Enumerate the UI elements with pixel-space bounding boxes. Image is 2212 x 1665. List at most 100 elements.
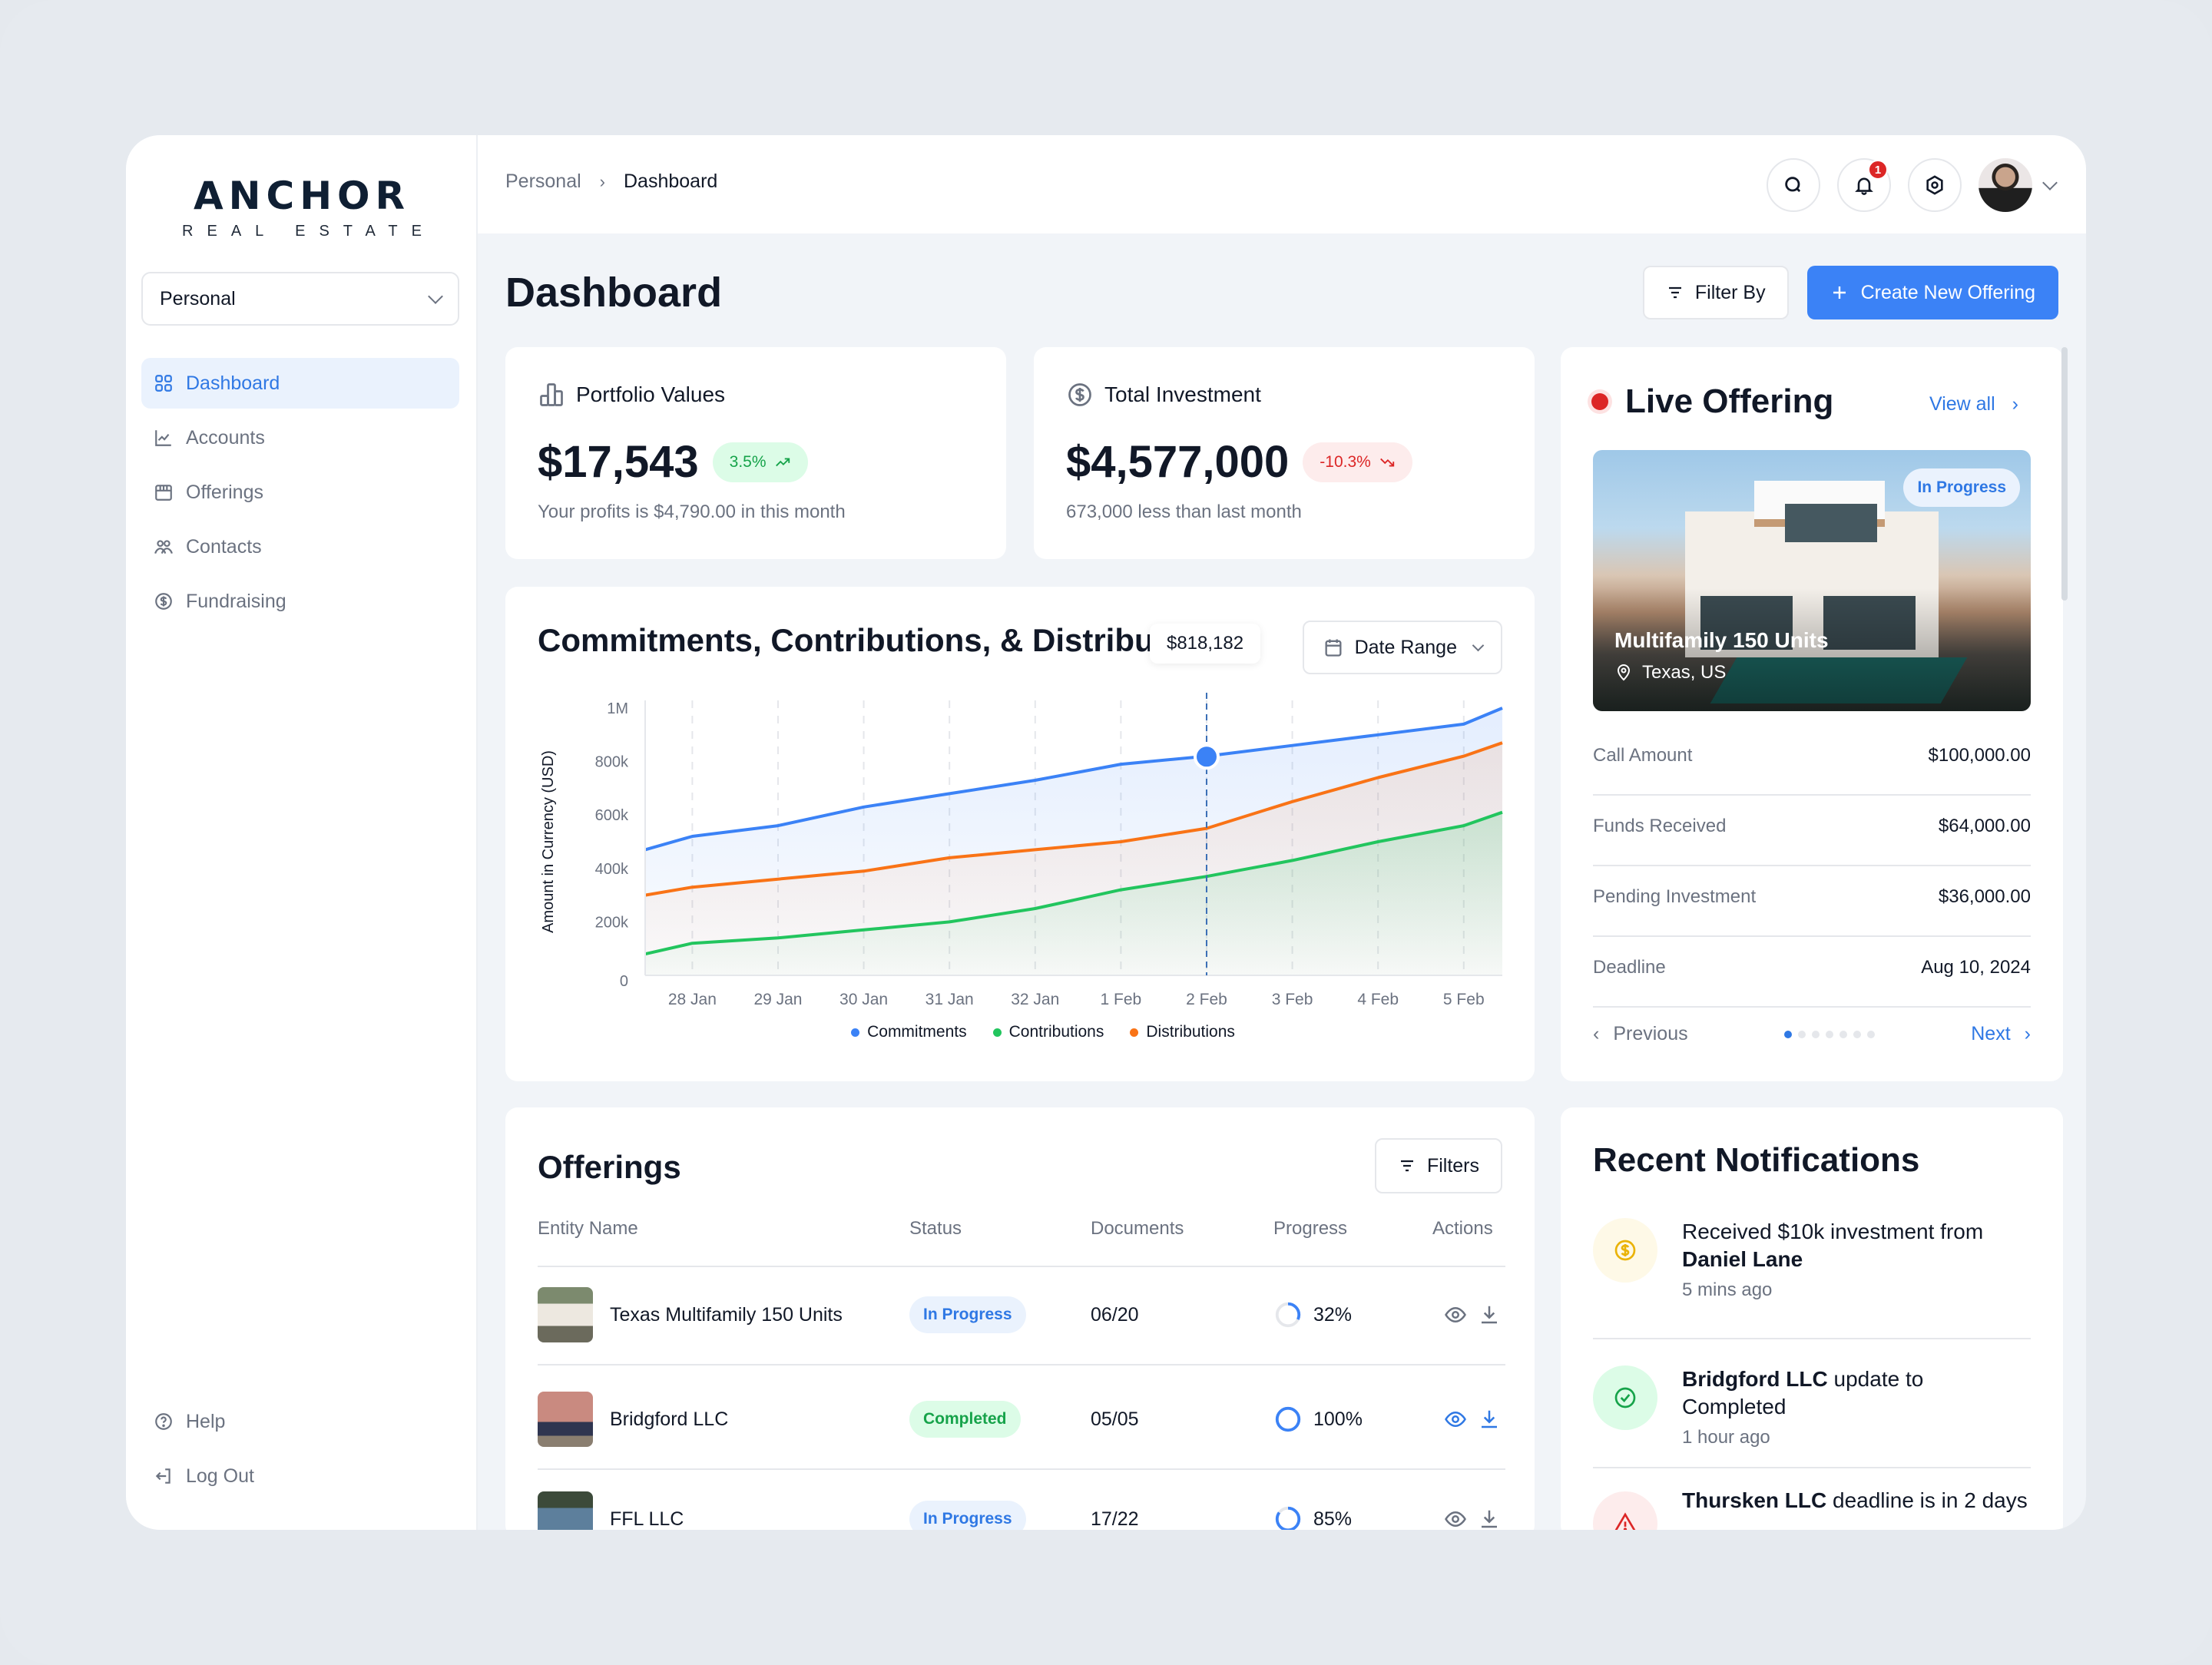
offering-name: Multifamily 150 Units — [1614, 628, 1829, 652]
next-label: Next — [1971, 1023, 2011, 1044]
documents-count: 05/05 — [1091, 1408, 1139, 1430]
change-badge: -10.3% — [1303, 442, 1412, 482]
stat-title: Portfolio Values — [576, 382, 726, 406]
notification-subject: Bridgford LLC — [1682, 1367, 1828, 1391]
eye-icon[interactable] — [1444, 1408, 1467, 1431]
scrollbar-thumb[interactable] — [2061, 347, 2068, 601]
notification-time: 1 hour ago — [1682, 1427, 1770, 1448]
sidebar: ANCHOR REAL ESTATE Personal Dashboard Ac… — [126, 135, 478, 1530]
download-icon[interactable] — [1478, 1303, 1501, 1326]
y-tick-label: 200k — [595, 914, 629, 931]
y-tick-label: 1M — [607, 700, 628, 717]
user-avatar[interactable] — [1979, 158, 2032, 212]
offering-image[interactable]: In Progress Multifamily 150 Units Texas,… — [1593, 450, 2031, 711]
sidebar-item-contacts[interactable]: Contacts — [141, 521, 459, 572]
settings-button[interactable] — [1908, 158, 1962, 212]
create-new-offering-button[interactable]: Create New Offering — [1806, 266, 2058, 319]
column-header-progress[interactable]: Progress — [1273, 1218, 1347, 1240]
row-actions — [1444, 1303, 1501, 1326]
workspace-select-value: Personal — [160, 287, 236, 309]
live-offering-title: Live Offering — [1625, 382, 1834, 420]
sidebar-item-label: Offerings — [186, 481, 263, 503]
progress-cell: 85% — [1273, 1504, 1352, 1530]
filters-label: Filters — [1426, 1154, 1479, 1177]
offering-location: Texas, US — [1614, 662, 1726, 684]
next-button[interactable]: Next › — [1971, 1023, 2031, 1045]
offerings-title: Offerings — [538, 1149, 681, 1185]
table-row[interactable]: FFL LLC In Progress 17/22 85% — [538, 1488, 1505, 1530]
column-header-entity-name[interactable]: Entity Name — [538, 1218, 638, 1240]
detail-row: Deadline Aug 10, 2024 — [1593, 957, 2031, 978]
sidebar-item-dashboard[interactable]: Dashboard — [141, 358, 459, 409]
row-actions — [1444, 1408, 1501, 1431]
y-axis-label: Amount in Currency (USD) — [540, 750, 557, 933]
entity-name: Bridgford LLC — [610, 1408, 729, 1430]
eye-icon[interactable] — [1444, 1508, 1467, 1530]
divider — [538, 1468, 1505, 1470]
legend-item-commitments[interactable]: Commitments — [851, 1023, 967, 1041]
chevron-down-icon[interactable] — [2042, 175, 2058, 190]
pagination-dot[interactable] — [1866, 1030, 1875, 1038]
notifications-button[interactable]: 1 — [1837, 158, 1891, 212]
table-row[interactable]: Bridgford LLC Completed 05/05 100% — [538, 1389, 1505, 1450]
entity-thumbnail — [538, 1392, 593, 1447]
legend-item-contributions[interactable]: Contributions — [992, 1023, 1104, 1041]
notification-message: Received $10k investment from — [1682, 1220, 1984, 1243]
sidebar-item-logout[interactable]: Log Out — [141, 1451, 459, 1501]
legend-dot-icon — [992, 1028, 1002, 1037]
download-icon[interactable] — [1478, 1408, 1501, 1431]
notification-item[interactable]: Thursken LLC deadline is in 2 days — [1593, 1487, 2031, 1530]
gear-icon — [1926, 175, 1943, 195]
notification-icon-wrap — [1593, 1365, 1657, 1430]
view-all-label: View all — [1929, 393, 1995, 415]
legend-label: Distributions — [1146, 1023, 1235, 1041]
pagination-dot[interactable] — [1811, 1030, 1820, 1038]
progress-cell: 100% — [1273, 1405, 1363, 1434]
breadcrumb-personal[interactable]: Personal — [505, 170, 581, 193]
pagination-dot[interactable] — [1825, 1030, 1833, 1038]
brand-logo[interactable]: ANCHOR REAL ESTATE — [126, 174, 478, 240]
divider — [1593, 865, 2031, 866]
sidebar-item-accounts[interactable]: Accounts — [141, 412, 459, 463]
notification-text: Thursken LLC deadline is in 2 days — [1682, 1487, 2028, 1530]
divider — [1593, 794, 2031, 796]
filter-by-button[interactable]: Filter By — [1642, 266, 1789, 319]
pagination-dot[interactable] — [1783, 1030, 1792, 1038]
sidebar-item-offerings[interactable]: Offerings — [141, 467, 459, 518]
legend-item-distributions[interactable]: Distributions — [1130, 1023, 1235, 1041]
notification-message-end: deadline is in 2 days — [1826, 1488, 2028, 1512]
workspace-select[interactable]: Personal — [141, 272, 459, 326]
column-header-status[interactable]: Status — [909, 1218, 962, 1240]
pagination-dot[interactable] — [1839, 1030, 1847, 1038]
stat-subtext: Your profits is $4,790.00 in this month — [538, 501, 846, 522]
eye-icon[interactable] — [1444, 1303, 1467, 1326]
image-window — [1785, 504, 1877, 542]
entity-thumbnail — [538, 1491, 593, 1530]
x-tick-label: 29 Jan — [753, 991, 802, 1008]
filter-icon — [1668, 286, 1681, 299]
search-button[interactable] — [1767, 158, 1820, 212]
x-tick-label: 5 Feb — [1443, 991, 1485, 1008]
logout-icon — [155, 1468, 171, 1484]
filters-button[interactable]: Filters — [1374, 1138, 1502, 1193]
previous-button[interactable]: ‹ Previous — [1593, 1023, 1688, 1045]
stat-value: $4,577,000 — [1066, 437, 1290, 487]
notification-item[interactable]: Received $10k investment from Daniel Lan… — [1593, 1218, 2031, 1304]
progress-cell: 32% — [1273, 1300, 1352, 1329]
pagination-dot[interactable] — [1797, 1030, 1806, 1038]
notification-item[interactable]: Bridgford LLC update to Completed 1 hour… — [1593, 1353, 2031, 1451]
table-row[interactable]: Texas Multifamily 150 Units In Progress … — [538, 1284, 1505, 1346]
column-header-documents[interactable]: Documents — [1091, 1218, 1184, 1240]
sidebar-item-help[interactable]: Help — [141, 1396, 459, 1447]
download-icon[interactable] — [1478, 1508, 1501, 1530]
app-window: ANCHOR REAL ESTATE Personal Dashboard Ac… — [126, 135, 2086, 1530]
entity-name: Texas Multifamily 150 Units — [610, 1303, 843, 1326]
check-circle-icon — [1614, 1387, 1636, 1408]
view-all-link[interactable]: View all › — [1929, 393, 2018, 415]
filter-by-label: Filter By — [1694, 281, 1766, 303]
sidebar-item-fundraising[interactable]: Fundraising — [141, 576, 459, 627]
stat-subtext: 673,000 less than last month — [1066, 501, 1302, 522]
live-indicator-icon — [1591, 393, 1608, 410]
pagination-dot[interactable] — [1853, 1030, 1861, 1038]
progress-ring-icon — [1275, 1302, 1301, 1328]
